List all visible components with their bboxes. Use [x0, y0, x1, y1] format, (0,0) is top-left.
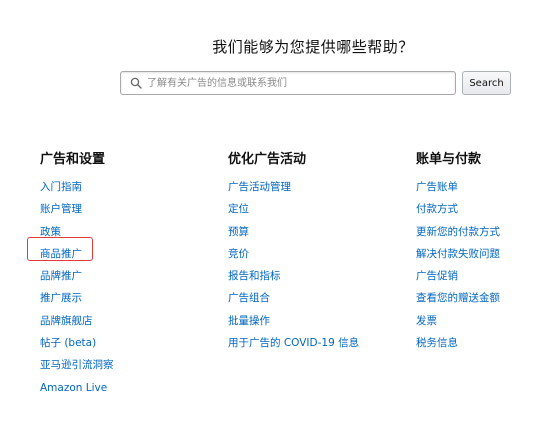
link-attribution-insights[interactable]: 亚马逊引流洞察 — [40, 359, 114, 371]
link-reports-and-metrics[interactable]: 报告和指标 — [228, 270, 281, 282]
search-box[interactable] — [120, 71, 456, 95]
search-icon — [130, 77, 142, 89]
link-list: 广告活动管理 定位 预算 竞价 报告和指标 广告组合 批量操作 用于广告的 CO… — [228, 176, 359, 354]
column-title: 广告和设置 — [40, 152, 106, 167]
page-heading: 我们能够为您提供哪些帮助？ — [212, 38, 414, 56]
link-targeting[interactable]: 定位 — [228, 203, 249, 215]
link-amazon-live[interactable]: Amazon Live — [40, 382, 107, 394]
link-tax-information[interactable]: 税务信息 — [416, 337, 458, 349]
column-title: 账单与付款 — [416, 152, 482, 167]
column-title: 优化广告活动 — [228, 152, 307, 167]
column-billing-and-payments: 账单与付款 广告账单 付款方式 更新您的付款方式 解决付款失败问题 广告促销 查… — [416, 150, 500, 354]
link-brand-stores[interactable]: 品牌旗舰店 — [40, 315, 93, 327]
link-getting-started[interactable]: 入门指南 — [40, 181, 82, 193]
link-sponsored-display[interactable]: 推广展示 — [40, 292, 82, 304]
link-bidding[interactable]: 竞价 — [228, 248, 249, 260]
link-update-payment-method[interactable]: 更新您的付款方式 — [416, 226, 500, 238]
link-posts-beta[interactable]: 帖子 (beta) — [40, 337, 96, 349]
link-list: 入门指南 账户管理 政策 商品推广 品牌推广 推广展示 品牌旗舰店 帖子 (be… — [40, 176, 114, 399]
link-covid-19-info[interactable]: 用于广告的 COVID-19 信息 — [228, 337, 359, 349]
link-policies[interactable]: 政策 — [40, 226, 61, 238]
link-payment-methods[interactable]: 付款方式 — [416, 203, 458, 215]
search-input[interactable] — [147, 74, 447, 92]
link-advertising-invoices[interactable]: 广告账单 — [416, 181, 458, 193]
link-bulk-operations[interactable]: 批量操作 — [228, 315, 270, 327]
link-invoices[interactable]: 发票 — [416, 315, 437, 327]
link-ad-promotions[interactable]: 广告促销 — [416, 270, 458, 282]
link-list: 广告账单 付款方式 更新您的付款方式 解决付款失败问题 广告促销 查看您的赠送金… — [416, 176, 500, 354]
link-account-management[interactable]: 账户管理 — [40, 203, 82, 215]
link-resolve-payment-failures[interactable]: 解决付款失败问题 — [416, 248, 500, 260]
highlight-annotation — [27, 237, 93, 261]
search-button[interactable]: Search — [462, 71, 511, 95]
column-ads-and-settings: 广告和设置 入门指南 账户管理 政策 商品推广 品牌推广 推广展示 品牌旗舰店 … — [40, 150, 114, 399]
link-campaign-management[interactable]: 广告活动管理 — [228, 181, 291, 193]
link-sponsored-brands[interactable]: 品牌推广 — [40, 270, 82, 282]
link-portfolios[interactable]: 广告组合 — [228, 292, 270, 304]
column-optimize-campaigns: 优化广告活动 广告活动管理 定位 预算 竞价 报告和指标 广告组合 批量操作 用… — [228, 150, 359, 354]
help-page: 我们能够为您提供哪些帮助？ Search 广告和设置 入门指南 账户管理 政策 … — [0, 0, 553, 425]
link-view-credits[interactable]: 查看您的赠送金额 — [416, 292, 500, 304]
link-budgets[interactable]: 预算 — [228, 226, 249, 238]
